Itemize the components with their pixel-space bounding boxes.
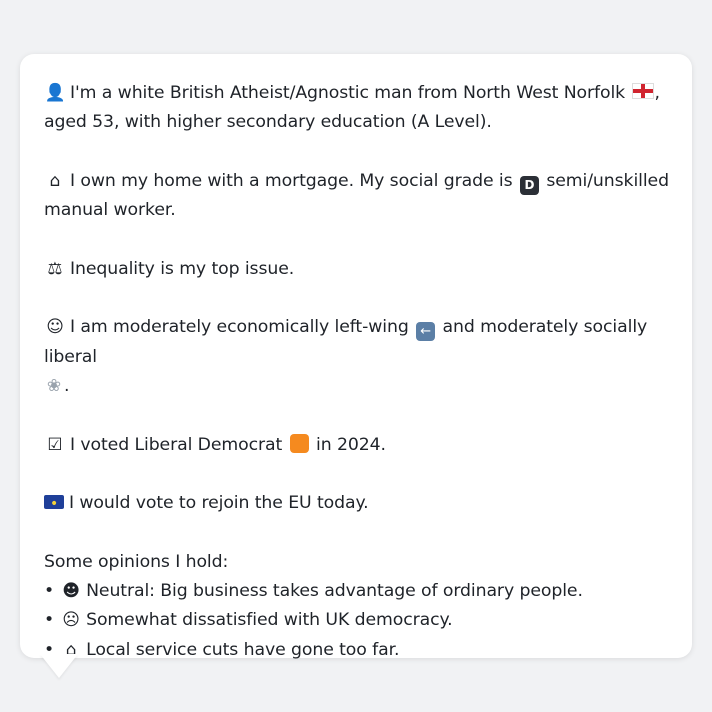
opinion-text: Somewhat dissatisfied with UK democracy. xyxy=(86,610,453,631)
identity-comma: , xyxy=(654,83,660,103)
issue-paragraph: ⚖ Inequality is my top issue. xyxy=(44,255,672,284)
vote-text: I voted Liberal Democrat xyxy=(70,434,283,455)
confused-face-icon: ☹ xyxy=(62,610,80,631)
opinion-item: • ⌂ Local service cuts have gone too far. xyxy=(44,636,672,665)
home-paragraph: ⌂ I own my home with a mortgage. My socia… xyxy=(44,167,672,226)
eu-flag-icon xyxy=(44,490,64,519)
bullet-dot: • xyxy=(44,610,55,631)
identity-text: I'm a white British Atheist/Agnostic man… xyxy=(70,83,626,103)
home-text-line-2: manual worker. xyxy=(44,200,176,221)
party-color-square xyxy=(289,433,309,453)
home-text-grade: semi/unskilled xyxy=(546,170,669,191)
opinion-text: Local service cuts have gone too far. xyxy=(86,639,400,660)
opinion-text: Neutral: Big business takes advantage of… xyxy=(86,581,583,602)
identity-paragraph: 👤 I'm a white British Atheist/Agnostic ma… xyxy=(44,79,672,138)
persona-card: 👤 I'm a white British Atheist/Agnostic ma… xyxy=(20,54,692,660)
bullet-dot: • xyxy=(44,581,55,602)
ballot-box-icon: ☑ xyxy=(47,434,63,455)
opinion-item: • ☻ Neutral: Big business takes advantage … xyxy=(44,577,672,606)
scales-icon: ⚖ xyxy=(47,258,63,279)
speech-bubble-tail xyxy=(40,654,78,678)
house-icon: ⌂ xyxy=(49,170,61,191)
social-grade-badge: D xyxy=(519,175,539,195)
eu-text: I would vote to rejoin the EU today. xyxy=(69,493,369,514)
left-arrow-icon: ← xyxy=(416,322,436,342)
person-silhouette-icon: 👤 xyxy=(44,83,66,103)
opinions-heading: Some opinions I hold: xyxy=(44,551,229,572)
home-text: I own my home with a mortgage. My social… xyxy=(70,170,513,191)
opinions-section: Some opinions I hold: • ☻ Neutral: Big bus… xyxy=(44,548,672,665)
england-flag-icon xyxy=(632,83,655,99)
ideology-text: I am moderately economically left-wing xyxy=(70,317,409,338)
ideology-period: . xyxy=(64,375,70,396)
eu-paragraph: I would vote to rejoin the EU today. xyxy=(44,489,672,519)
neutral-face-icon: ☻ xyxy=(62,581,80,602)
vote-year-text: in 2024. xyxy=(316,434,386,455)
identity-text-line-2: aged 53, with higher secondary education… xyxy=(44,112,492,133)
ideology-paragraph: ☺ I am moderately economically left-wing … xyxy=(44,313,672,401)
dove-icon: ❀ xyxy=(46,375,62,396)
vote-paragraph: ☑ I voted Liberal Democrat in 2024. xyxy=(44,431,672,460)
thinking-face-icon: ☺ xyxy=(46,317,64,338)
issue-text: Inequality is my top issue. xyxy=(70,258,295,279)
opinion-item: • ☹ Somewhat dissatisfied with UK democrac… xyxy=(44,606,672,635)
